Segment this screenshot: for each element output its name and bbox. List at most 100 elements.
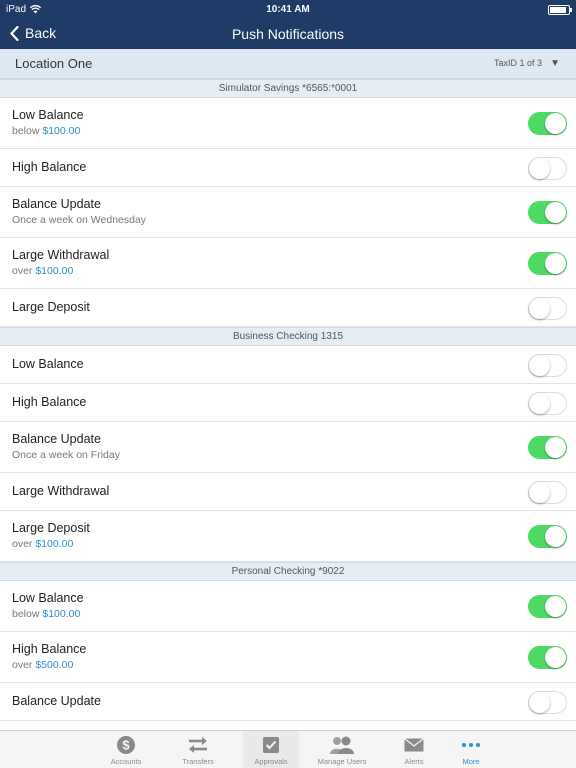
notification-row: Low Balance below $100.00: [0, 581, 576, 632]
notification-row: High Balance: [0, 384, 576, 422]
tab-label: More: [462, 757, 480, 766]
status-time: 10:41 AM: [266, 4, 310, 15]
notification-label: Large Deposit: [12, 300, 90, 314]
notification-toggle[interactable]: [528, 112, 567, 135]
notification-label: High Balance: [12, 395, 87, 409]
tab-label: Approvals: [254, 757, 288, 766]
toggle-knob: [545, 437, 566, 458]
notification-row: Low Balance: [0, 346, 576, 384]
notification-label: Balance Update: [12, 694, 101, 708]
notification-label: Balance Update: [12, 432, 101, 446]
detail-text: over: [12, 659, 36, 671]
tab-more[interactable]: More: [443, 731, 499, 768]
section-header: Simulator Savings *6565:*0001: [0, 79, 576, 98]
tab-label: Accounts: [110, 757, 142, 766]
notification-row: Balance Update Once a week on Friday: [0, 422, 576, 473]
notification-toggle[interactable]: [528, 646, 567, 669]
notification-row: Large Deposit over $100.00: [0, 511, 576, 562]
toggle-knob: [529, 393, 550, 414]
notification-toggle[interactable]: [528, 436, 567, 459]
notification-row: High Balance over $500.00: [0, 632, 576, 683]
navigation-bar: Back Push Notifications: [0, 20, 576, 49]
notification-row: Large Deposit: [0, 289, 576, 327]
section-header: Business Checking 1315: [0, 327, 576, 346]
toggle-knob: [545, 647, 566, 668]
detail-text: below: [12, 125, 43, 137]
threshold-amount[interactable]: $100.00: [42, 125, 80, 137]
threshold-amount[interactable]: $500.00: [35, 659, 73, 671]
notification-row: Large Withdrawal over $100.00: [0, 238, 576, 289]
toggle-knob: [529, 298, 550, 319]
taxid-indicator: TaxID 1 of 3: [493, 58, 542, 68]
tab-alerts[interactable]: Alerts: [386, 731, 442, 768]
tab-accounts[interactable]: $ Accounts: [98, 731, 154, 768]
threshold-amount[interactable]: $100.00: [35, 265, 73, 277]
notification-toggle[interactable]: [528, 392, 567, 415]
toggle-knob: [545, 526, 566, 547]
notification-toggle[interactable]: [528, 525, 567, 548]
toggle-knob: [545, 113, 566, 134]
users-icon: [314, 734, 370, 756]
notification-row: Balance Update: [0, 683, 576, 721]
toggle-knob: [545, 253, 566, 274]
notification-row: Low Balance below $100.00: [0, 98, 576, 149]
detail-text: over: [12, 538, 36, 550]
notification-label: Large Withdrawal: [12, 248, 110, 262]
location-name: Location One: [15, 56, 93, 71]
detail-text: Once a week on Wednesday: [12, 214, 147, 226]
battery-icon: [548, 5, 572, 15]
tab-approvals[interactable]: Approvals: [243, 731, 299, 768]
threshold-amount[interactable]: $100.00: [35, 538, 73, 550]
notification-label: Low Balance: [12, 108, 84, 122]
tab-manage-users[interactable]: Manage Users: [314, 731, 370, 768]
notification-detail: over $100.00: [12, 538, 73, 550]
notification-detail: below $100.00: [12, 125, 80, 137]
notification-detail: Once a week on Wednesday: [12, 214, 146, 226]
notification-toggle[interactable]: [528, 201, 567, 224]
notification-label: Balance Update: [12, 197, 101, 211]
notification-label: Large Withdrawal: [12, 484, 110, 498]
detail-text: below: [12, 608, 43, 620]
notification-row: Large Withdrawal: [0, 473, 576, 511]
page-title: Push Notifications: [231, 26, 345, 42]
notification-toggle[interactable]: [528, 354, 567, 377]
notification-detail: over $500.00: [12, 659, 73, 671]
transfer-arrows-icon: [170, 734, 226, 756]
toggle-knob: [529, 355, 550, 376]
notification-label: High Balance: [12, 642, 87, 656]
notification-row: High Balance: [0, 149, 576, 187]
dropdown-triangle-icon[interactable]: ▼: [550, 58, 560, 69]
tab-label: Transfers: [182, 757, 214, 766]
more-dots-icon: [443, 734, 499, 756]
notification-toggle[interactable]: [528, 595, 567, 618]
notification-toggle[interactable]: [528, 691, 567, 714]
status-bar: iPad 10:41 AM: [0, 0, 576, 20]
checkbox-icon: [243, 734, 299, 756]
tab-bar: $ Accounts Transfers Approvals Manage Users A…: [0, 730, 576, 768]
notification-detail: below $100.00: [12, 608, 80, 620]
envelope-icon: [386, 734, 442, 756]
notification-label: Low Balance: [12, 357, 84, 371]
toggle-knob: [529, 482, 550, 503]
notification-detail: Once a week on Friday: [12, 449, 120, 461]
notification-label: Low Balance: [12, 591, 84, 605]
tab-label: Manage Users: [317, 757, 367, 766]
detail-text: Once a week on Friday: [12, 449, 120, 461]
detail-text: over: [12, 265, 36, 277]
toggle-knob: [529, 158, 550, 179]
notification-detail: over $100.00: [12, 265, 73, 277]
notification-label: Large Deposit: [12, 521, 90, 535]
notification-toggle[interactable]: [528, 157, 567, 180]
notification-toggle[interactable]: [528, 252, 567, 275]
toggle-knob: [529, 692, 550, 713]
notification-toggle[interactable]: [528, 481, 567, 504]
notification-list[interactable]: Simulator Savings *6565:*0001 Low Balance…: [0, 79, 576, 730]
section-header: Personal Checking *9022: [0, 562, 576, 581]
notification-toggle[interactable]: [528, 297, 567, 320]
toggle-knob: [545, 596, 566, 617]
threshold-amount[interactable]: $100.00: [42, 608, 80, 620]
tab-transfers[interactable]: Transfers: [170, 731, 226, 768]
svg-text:$: $: [122, 738, 130, 753]
location-selector[interactable]: Location One TaxID 1 of 3 ▼: [0, 49, 576, 79]
toggle-knob: [545, 202, 566, 223]
